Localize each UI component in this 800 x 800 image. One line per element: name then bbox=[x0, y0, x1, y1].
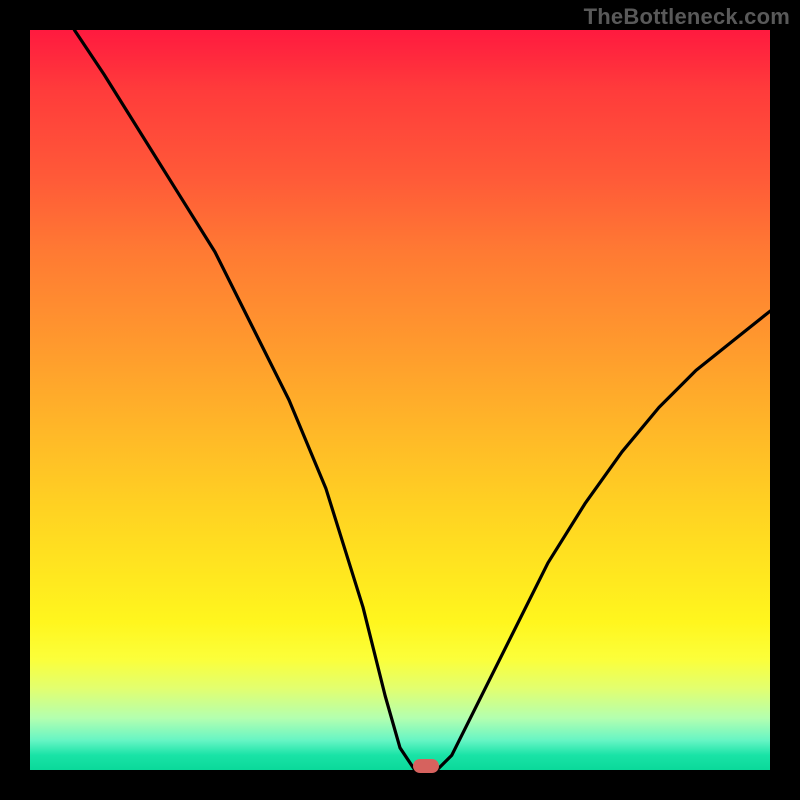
chart-frame: TheBottleneck.com bbox=[0, 0, 800, 800]
optimal-marker bbox=[413, 759, 439, 773]
watermark-text: TheBottleneck.com bbox=[584, 4, 790, 30]
curve-path bbox=[74, 30, 770, 770]
bottleneck-curve bbox=[30, 30, 770, 770]
plot-area bbox=[30, 30, 770, 770]
